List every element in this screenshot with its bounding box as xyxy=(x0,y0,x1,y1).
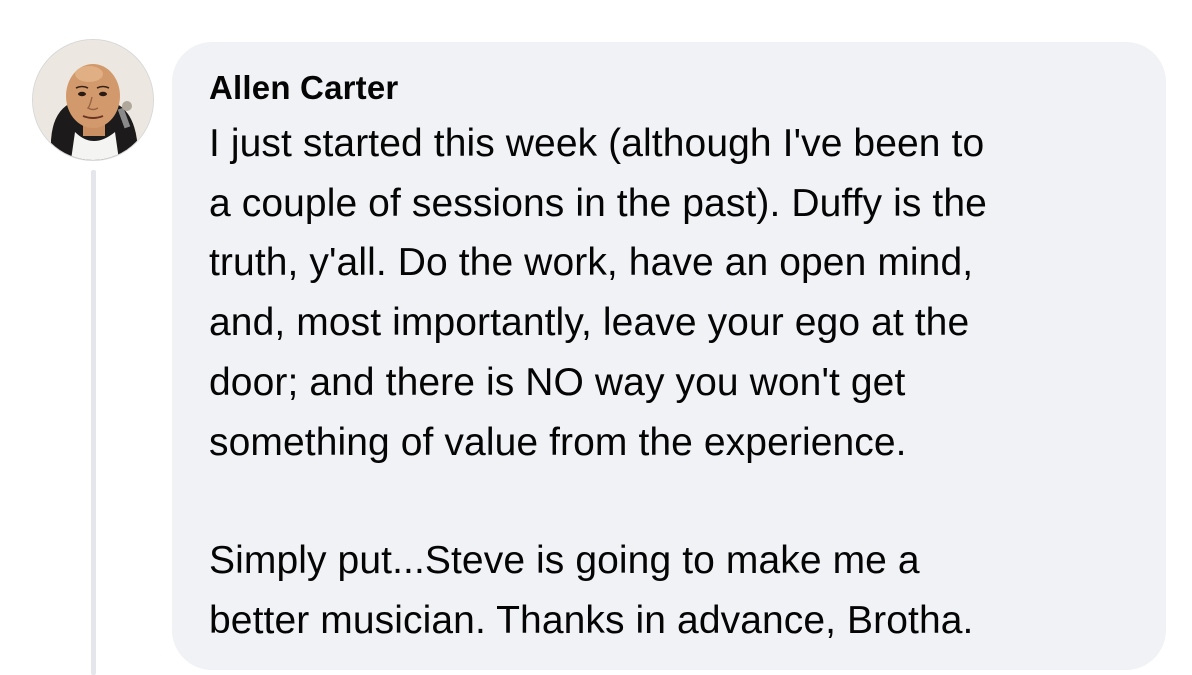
user-avatar-icon xyxy=(33,40,153,160)
comment: Allen Carter I just started this week (a… xyxy=(0,0,1192,675)
avatar[interactable] xyxy=(33,40,153,160)
author-name[interactable]: Allen Carter xyxy=(209,66,1130,110)
comment-bubble: Allen Carter I just started this week (a… xyxy=(172,42,1166,670)
comment-paragraph: I just started this week (although I've … xyxy=(209,122,987,464)
comment-paragraph: Simply put...Steve is going to make me a… xyxy=(209,539,974,642)
thread-line xyxy=(91,170,96,675)
